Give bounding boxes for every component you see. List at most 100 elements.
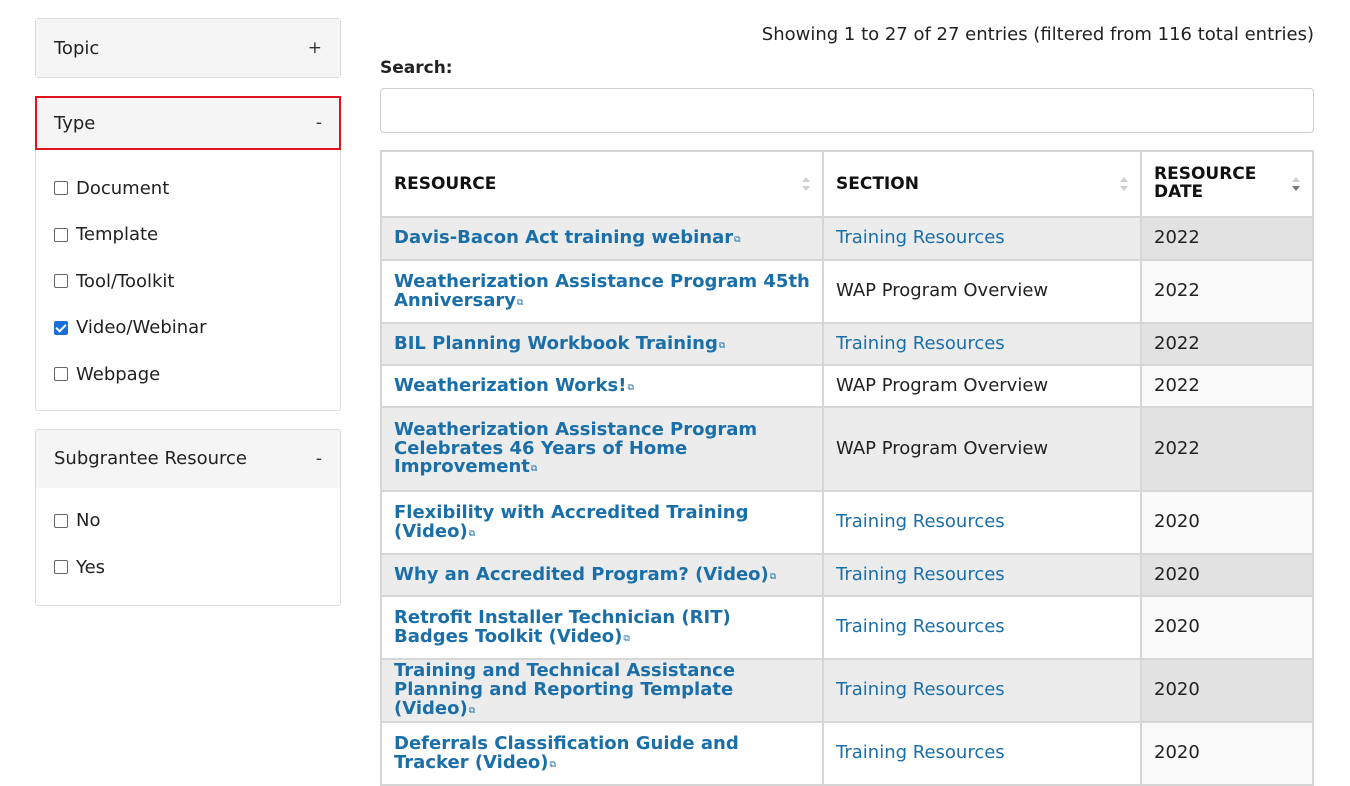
resource-cell: Training and Technical Assistance Planni… (380, 658, 824, 723)
resource-date-cell: 2022 (1140, 364, 1314, 408)
section-link[interactable]: Training Resources (836, 616, 1005, 637)
resource-link[interactable]: Why an Accredited Program? (Video)⧉ (394, 564, 776, 585)
resource-cell: Davis-Bacon Act training webinar⧉ (380, 216, 824, 261)
subgrantee-option-label: Yes (76, 556, 106, 578)
resource-link[interactable]: Davis-Bacon Act training webinar⧉ (394, 227, 741, 248)
column-header-label: RESOURCE DATE (1154, 164, 1257, 202)
section-cell: Training Resources (822, 490, 1142, 555)
subgrantee-filter-options: No Yes (36, 488, 340, 605)
column-header-resource[interactable]: RESOURCE (380, 150, 824, 218)
external-link-icon: ⧉ (468, 705, 476, 716)
expand-icon: + (307, 38, 322, 58)
resource-link[interactable]: Training and Technical Assistance Planni… (394, 660, 735, 719)
section-cell: WAP Program Overview (822, 259, 1142, 324)
type-option-label: Tool/Toolkit (76, 270, 175, 292)
filter-sidebar: Topic + Type - Document Template Tool/Tool… (35, 18, 341, 624)
resource-cell: BIL Planning Workbook Training⧉ (380, 322, 824, 366)
section-cell: WAP Program Overview (822, 364, 1142, 408)
resource-title: BIL Planning Workbook Training (394, 332, 718, 354)
section-link[interactable]: Training Resources (836, 742, 1005, 763)
type-option-label: Webpage (76, 363, 161, 385)
table-row: Why an Accredited Program? (Video)⧉ Train… (380, 553, 1314, 597)
column-header-resource-date[interactable]: RESOURCE DATE (1140, 150, 1314, 218)
resource-date-cell: 2022 (1140, 216, 1314, 261)
external-link-icon: ⧉ (530, 464, 538, 475)
sort-icon (802, 177, 810, 191)
resource-title: Why an Accredited Program? (Video) (394, 563, 769, 585)
column-header-section[interactable]: SECTION (822, 150, 1142, 218)
section-cell: Training Resources (822, 595, 1142, 660)
type-filter-label: Type (54, 112, 96, 134)
type-option[interactable]: Document (54, 165, 322, 212)
resource-link[interactable]: Weatherization Works!⧉ (394, 375, 634, 396)
external-link-icon: ⧉ (769, 571, 777, 582)
resource-cell: Why an Accredited Program? (Video)⧉ (380, 553, 824, 597)
resource-date-cell: 2020 (1140, 595, 1314, 660)
section-link[interactable]: Training Resources (836, 564, 1005, 585)
subgrantee-checkbox[interactable] (54, 513, 68, 528)
resource-link[interactable]: Retrofit Installer Technician (RIT) Badg… (394, 607, 731, 647)
type-filter-panel: Type - Document Template Tool/Toolkit Video… (35, 96, 341, 411)
external-link-icon: ⧉ (517, 297, 524, 308)
section-link[interactable]: Training Resources (836, 227, 1005, 248)
type-option[interactable]: Tool/Toolkit (54, 258, 322, 305)
search-label: Search: (380, 58, 453, 78)
type-option[interactable]: Video/Webinar (54, 305, 322, 352)
type-checkbox[interactable] (54, 274, 68, 289)
table-row: Retrofit Installer Technician (RIT) Badg… (380, 595, 1314, 660)
section-link[interactable]: Training Resources (836, 333, 1005, 354)
table-body: Davis-Bacon Act training webinar⧉ Trainin… (380, 216, 1314, 786)
subgrantee-checkbox[interactable] (54, 560, 68, 575)
subgrantee-filter-panel: Subgrantee Resource - No Yes (35, 428, 341, 606)
section-link[interactable]: Training Resources (836, 511, 1005, 532)
type-checkbox[interactable] (54, 367, 68, 382)
resource-title: Weatherization Assistance Program 45th A… (394, 270, 810, 311)
section-cell: Training Resources (822, 216, 1142, 261)
external-link-icon: ⧉ (734, 235, 741, 246)
type-checkbox[interactable] (54, 320, 68, 335)
table-row: Davis-Bacon Act training webinar⧉ Trainin… (380, 216, 1314, 261)
resource-link[interactable]: Deferrals Classification Guide and Track… (394, 733, 739, 773)
table-row: Weatherization Works!⧉ WAP Program Overvi… (380, 364, 1314, 408)
resource-title: Weatherization Works! (394, 374, 627, 396)
type-checkbox[interactable] (54, 181, 68, 196)
resource-date-cell: 2022 (1140, 259, 1314, 324)
type-option[interactable]: Template (54, 212, 322, 259)
resource-title: Training and Technical Assistance Planni… (394, 660, 736, 719)
type-option[interactable]: Webpage (54, 351, 322, 398)
resource-date-cell: 2022 (1140, 322, 1314, 366)
section-text: WAP Program Overview (836, 280, 1049, 302)
table-info: Showing 1 to 27 of 27 entries (filtered … (761, 24, 1314, 45)
topic-filter-panel: Topic + (35, 18, 341, 78)
resource-link[interactable]: Flexibility with Accredited Training (Vi… (394, 502, 749, 542)
resource-link[interactable]: BIL Planning Workbook Training⧉ (394, 333, 725, 354)
resource-cell: Retrofit Installer Technician (RIT) Badg… (380, 595, 824, 660)
subgrantee-filter-header[interactable]: Subgrantee Resource - (36, 429, 340, 488)
section-cell: Training Resources (822, 322, 1142, 366)
external-link-icon: ⧉ (627, 382, 634, 393)
topic-filter-header[interactable]: Topic + (36, 19, 340, 77)
table-row: Weatherization Assistance Program Celebr… (380, 406, 1314, 492)
resources-table: RESOURCE SECTION RESOURCE DATE Davis-Bac… (380, 150, 1314, 786)
type-checkbox[interactable] (54, 227, 68, 242)
subgrantee-option[interactable]: Yes (54, 544, 322, 591)
type-filter-header[interactable]: Type - (35, 96, 341, 150)
search-input[interactable] (380, 88, 1314, 133)
external-link-icon: ⧉ (549, 759, 556, 770)
section-link[interactable]: Training Resources (836, 679, 1005, 700)
column-header-label: SECTION (836, 174, 919, 194)
resource-link[interactable]: Weatherization Assistance Program 45th A… (394, 271, 810, 311)
resource-link[interactable]: Weatherization Assistance Program Celebr… (394, 419, 757, 478)
collapse-icon: - (315, 113, 322, 133)
resource-title: Retrofit Installer Technician (RIT) Badg… (394, 606, 731, 647)
external-link-icon: ⧉ (623, 633, 630, 644)
subgrantee-filter-label: Subgrantee Resource (54, 448, 247, 469)
section-cell: Training Resources (822, 553, 1142, 597)
type-option-label: Video/Webinar (76, 317, 207, 339)
resource-title: Flexibility with Accredited Training (Vi… (394, 501, 749, 542)
resource-cell: Weatherization Works!⧉ (380, 364, 824, 408)
topic-filter-label: Topic (54, 37, 100, 59)
resource-title: Weatherization Assistance Program Celebr… (394, 418, 758, 478)
section-text: WAP Program Overview (836, 374, 1049, 396)
subgrantee-option[interactable]: No (54, 498, 322, 545)
